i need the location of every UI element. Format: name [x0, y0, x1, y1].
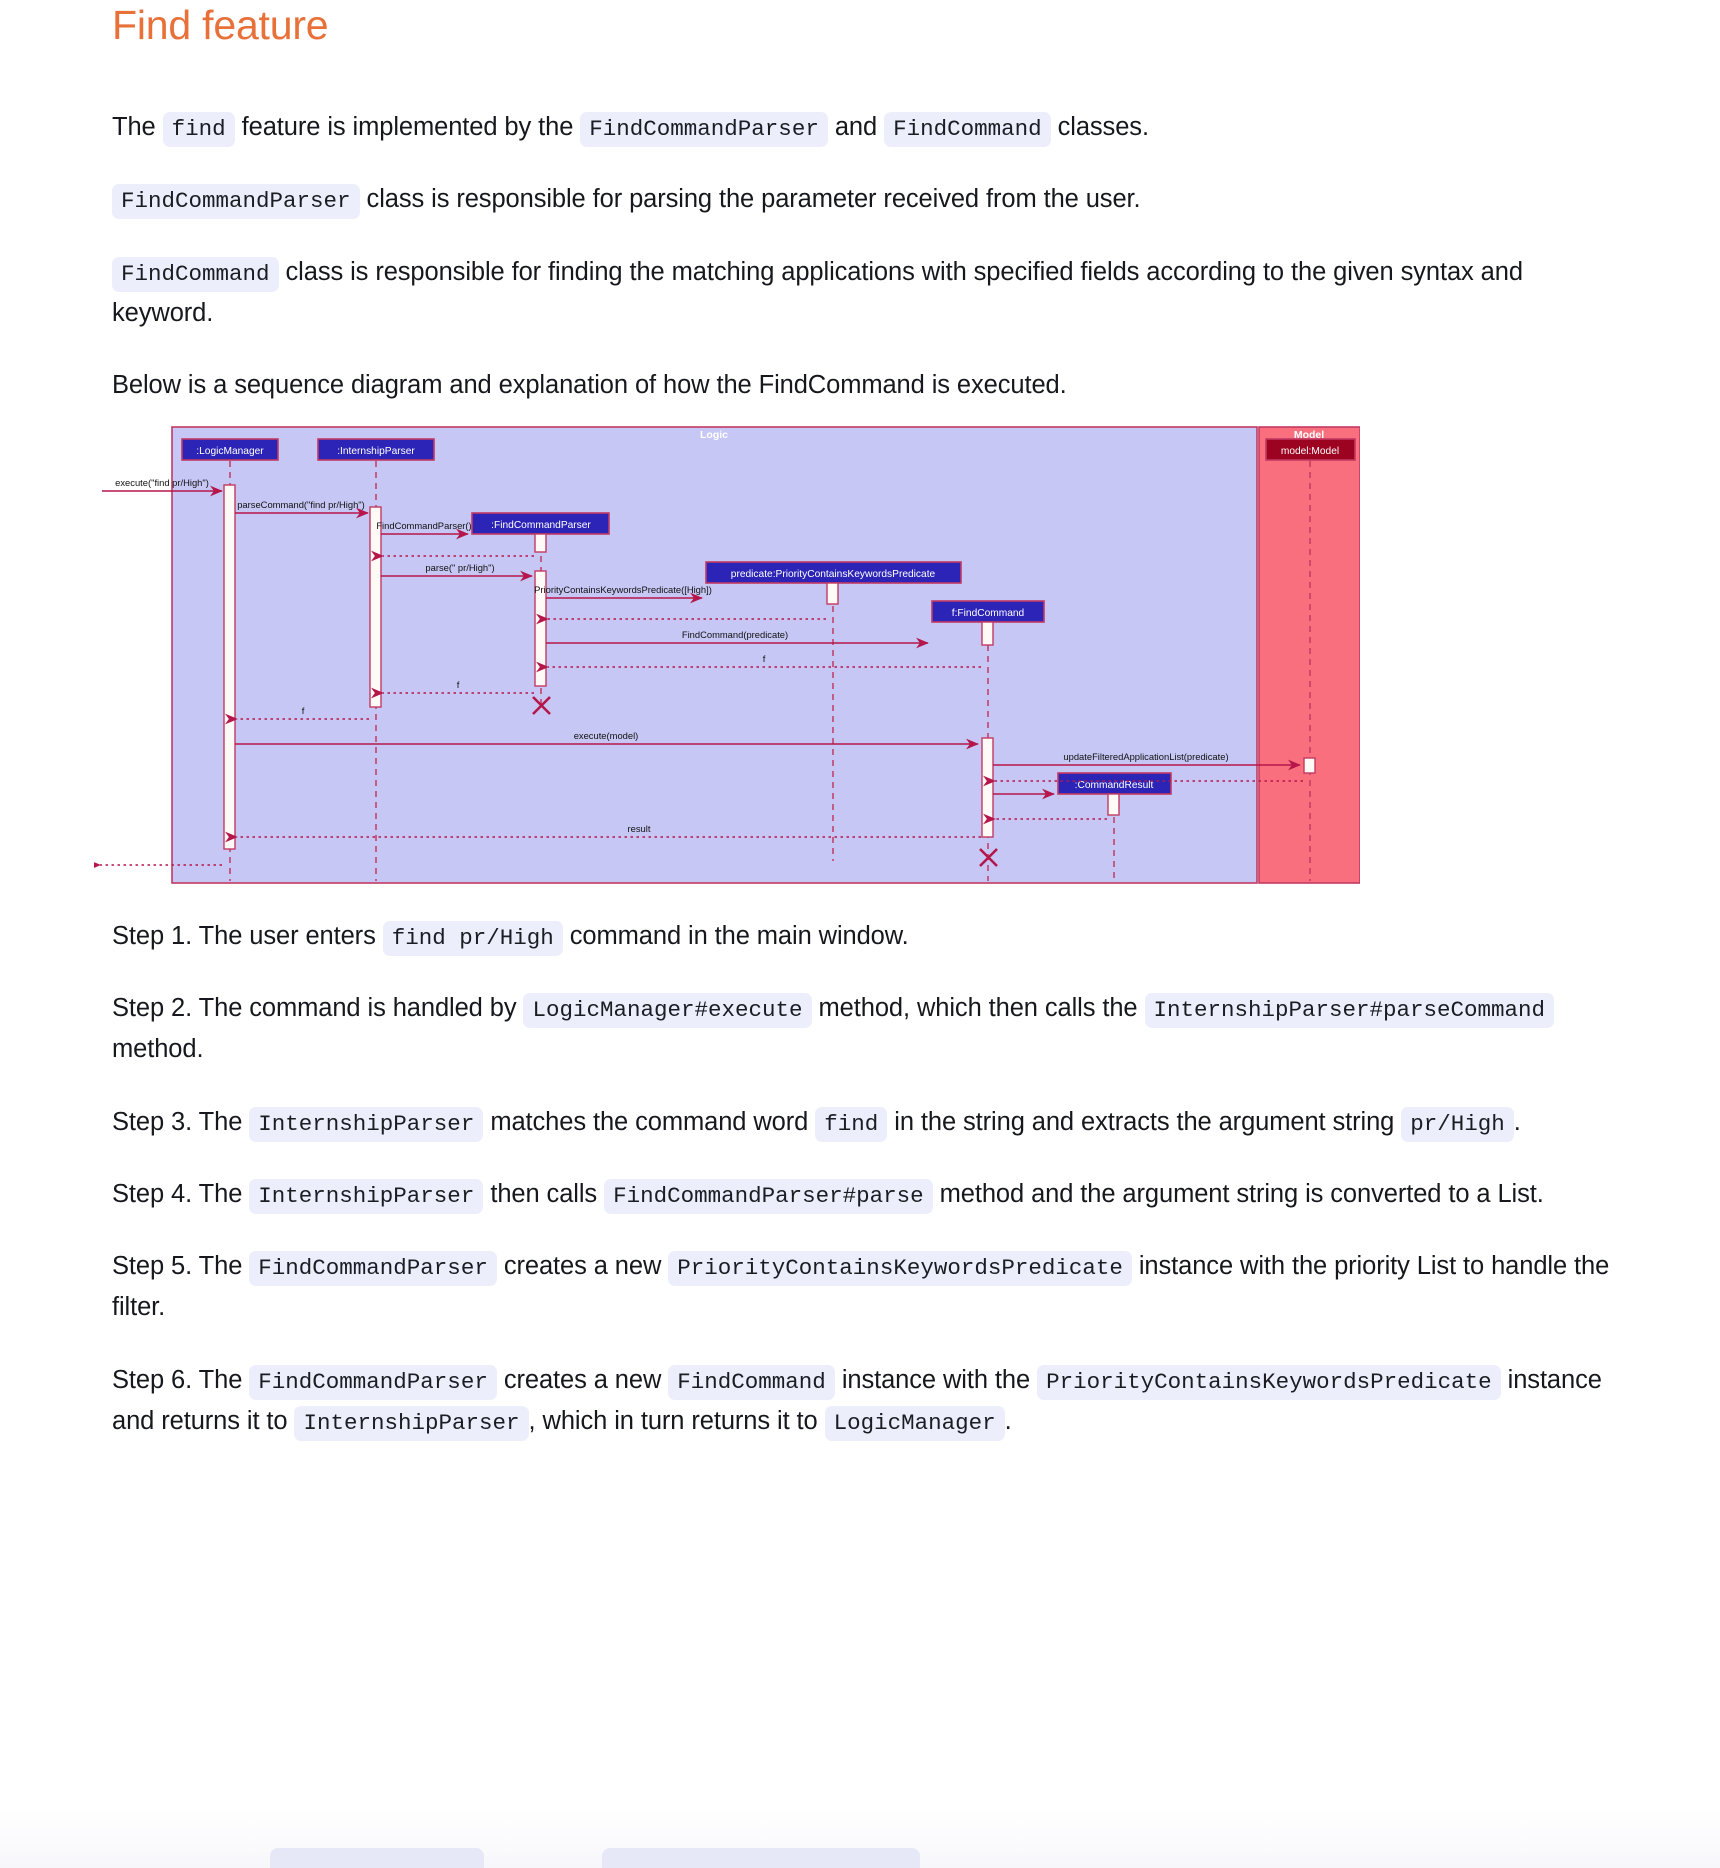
code-chip-internshipparser: InternshipParser [294, 1406, 529, 1441]
step-3: Step 3. The InternshipParser matches the… [112, 1102, 1610, 1143]
code-chip-find-prhigh: find pr/High [382, 920, 563, 956]
code-chip-findcommand: FindCommand [668, 1364, 835, 1400]
participant-label: :InternshipParser [337, 446, 415, 457]
group-box-logic [171, 425, 1258, 884]
partial-chip-row [0, 1810, 1720, 1868]
participant-findcommand: f:FindCommand [931, 599, 1045, 623]
text-fragment: . [1004, 1407, 1012, 1435]
code-chip-findcommandparser: FindCommandParser [580, 112, 828, 148]
step-4: Step 4. The InternshipParser then calls … [112, 1174, 1610, 1215]
code-chip-findcommand: FindCommand [112, 256, 279, 292]
step-6: Step 6. The FindCommandParser creates a … [112, 1360, 1610, 1443]
message-label: execute("find pr/High") [115, 477, 209, 488]
intro-paragraph-1: The find feature is implemented by the F… [112, 107, 1610, 148]
message-label: f [763, 653, 766, 664]
code-chip-find: find [815, 1106, 888, 1142]
message-label: result [628, 823, 651, 834]
participant-label: predicate:PriorityContainsKeywordsPredic… [731, 569, 936, 580]
group-label-logic: Logic [700, 429, 728, 441]
code-chip-findcommandparser: FindCommandParser [249, 1364, 497, 1400]
page-title: Find feature [112, 2, 329, 48]
code-chip-prioritycontainskeywordspredicate: PriorityContainsKeywordsPredicate [668, 1251, 1132, 1287]
text-fragment: method, which then calls the [818, 993, 1138, 1022]
code-chip-internshipparser: InternshipParser [249, 1106, 484, 1142]
participant-predicate: predicate:PriorityContainsKeywordsPredic… [705, 560, 962, 584]
intro-paragraph-2: FindCommandParser class is responsible f… [112, 179, 1610, 220]
code-chip-logicmanager-execute: LogicManager#execute [523, 992, 812, 1028]
text-fragment: creates a new [503, 1365, 662, 1394]
text-fragment: Below is a sequence diagram and explanat… [112, 371, 1067, 400]
documentation-page: Find feature The find feature is impleme… [0, 0, 1720, 1868]
participant-internshipparser: :InternshipParser [317, 437, 435, 461]
text-fragment: class is responsible for parsing the par… [366, 185, 1141, 214]
participant-label: :LogicManager [196, 446, 264, 457]
step-2: Step 2. The command is handled by LogicM… [112, 988, 1610, 1071]
text-fragment: in the string and extracts the argument … [894, 1107, 1395, 1136]
code-chip-findcommandparser-parse: FindCommandParser#parse [604, 1178, 933, 1214]
participant-label: f:FindCommand [952, 608, 1025, 619]
message-label: updateFilteredApplicationList(predicate) [1063, 751, 1228, 762]
code-chip-internshipparser: InternshipParser [249, 1178, 484, 1214]
code-chip-findcommandparser: FindCommandParser [112, 184, 360, 220]
text-fragment: Step 1. The user enters [112, 921, 376, 950]
code-chip-findcommandparser: FindCommandParser [249, 1251, 497, 1287]
message-label: PriorityContainsKeywordsPredicate([High]… [534, 584, 712, 595]
text-fragment: creates a new [503, 1252, 662, 1281]
code-chip-findcommand: FindCommand [884, 112, 1051, 148]
sequence-diagram-svg: Logic Model :LogicManager:InternshipPar… [94, 425, 1360, 884]
intro-paragraph-3: FindCommand class is responsible for fin… [112, 252, 1610, 335]
article-content: Find feature The find feature is impleme… [0, 0, 1720, 1442]
text-fragment: feature is implemented by the [241, 113, 574, 142]
text-fragment: method and the argument string is conver… [939, 1179, 1544, 1208]
step-5: Step 5. The FindCommandParser creates a … [112, 1246, 1610, 1329]
partial-code-chip [270, 1848, 484, 1868]
text-fragment: instance with the [841, 1365, 1031, 1394]
message-label: FindCommand(predicate) [682, 629, 788, 640]
text-fragment: Step 6. The [112, 1365, 243, 1394]
text-fragment: method. [112, 1035, 204, 1064]
text-fragment: Step 2. The command is handled by [112, 993, 517, 1022]
message-label: parseCommand("find pr/High") [237, 499, 365, 510]
participant-logicmanager: :LogicManager [181, 437, 279, 461]
participant-commandresult: :CommandResult [1057, 771, 1172, 795]
step-1: Step 1. The user enters find pr/High com… [112, 916, 1610, 957]
participant-model: model:Model [1265, 437, 1356, 461]
code-chip-prioritycontainskeywordspredicate: PriorityContainsKeywordsPredicate [1037, 1364, 1501, 1400]
message-label: f [302, 705, 305, 716]
message-label: parse(" pr/High") [425, 562, 494, 573]
participant-label: :FindCommandParser [491, 520, 591, 531]
participant-label: model:Model [1281, 446, 1339, 457]
text-fragment: , [528, 1407, 536, 1435]
code-chip-internshipparser-parsecommand: InternshipParser#parseCommand [1144, 992, 1555, 1028]
message-label: FindCommandParser() [376, 520, 471, 531]
text-fragment: . [1513, 1107, 1521, 1136]
message-label: execute(model) [574, 730, 639, 741]
intro-paragraph-4: Below is a sequence diagram and explanat… [112, 365, 1610, 406]
text-fragment: class is responsible for finding the mat… [112, 257, 1523, 328]
text-fragment: command in the main window. [569, 921, 909, 950]
text-fragment: Step 4. The [112, 1179, 243, 1208]
text-fragment: and [834, 113, 878, 142]
text-fragment: The [112, 113, 156, 142]
sequence-diagram: Logic Model :LogicManager:InternshipPar… [94, 421, 1360, 885]
message-label: f [457, 679, 460, 690]
code-chip-logicmanager: LogicManager [824, 1406, 1005, 1441]
code-chip-find: find [162, 112, 235, 148]
text-fragment: which in turn returns it to [542, 1407, 818, 1435]
text-fragment: matches the command word [490, 1107, 809, 1136]
participant-findcommandparser: :FindCommandParser [471, 511, 610, 535]
text-fragment: then calls [490, 1179, 598, 1208]
text-fragment: classes. [1057, 113, 1149, 142]
next-section-partial [0, 1810, 1720, 1868]
code-chip-prhigh: pr/High [1401, 1106, 1514, 1142]
partial-code-chip [602, 1848, 921, 1868]
text-fragment: Step 3. The [112, 1107, 243, 1136]
text-fragment: Step 5. The [112, 1252, 243, 1281]
